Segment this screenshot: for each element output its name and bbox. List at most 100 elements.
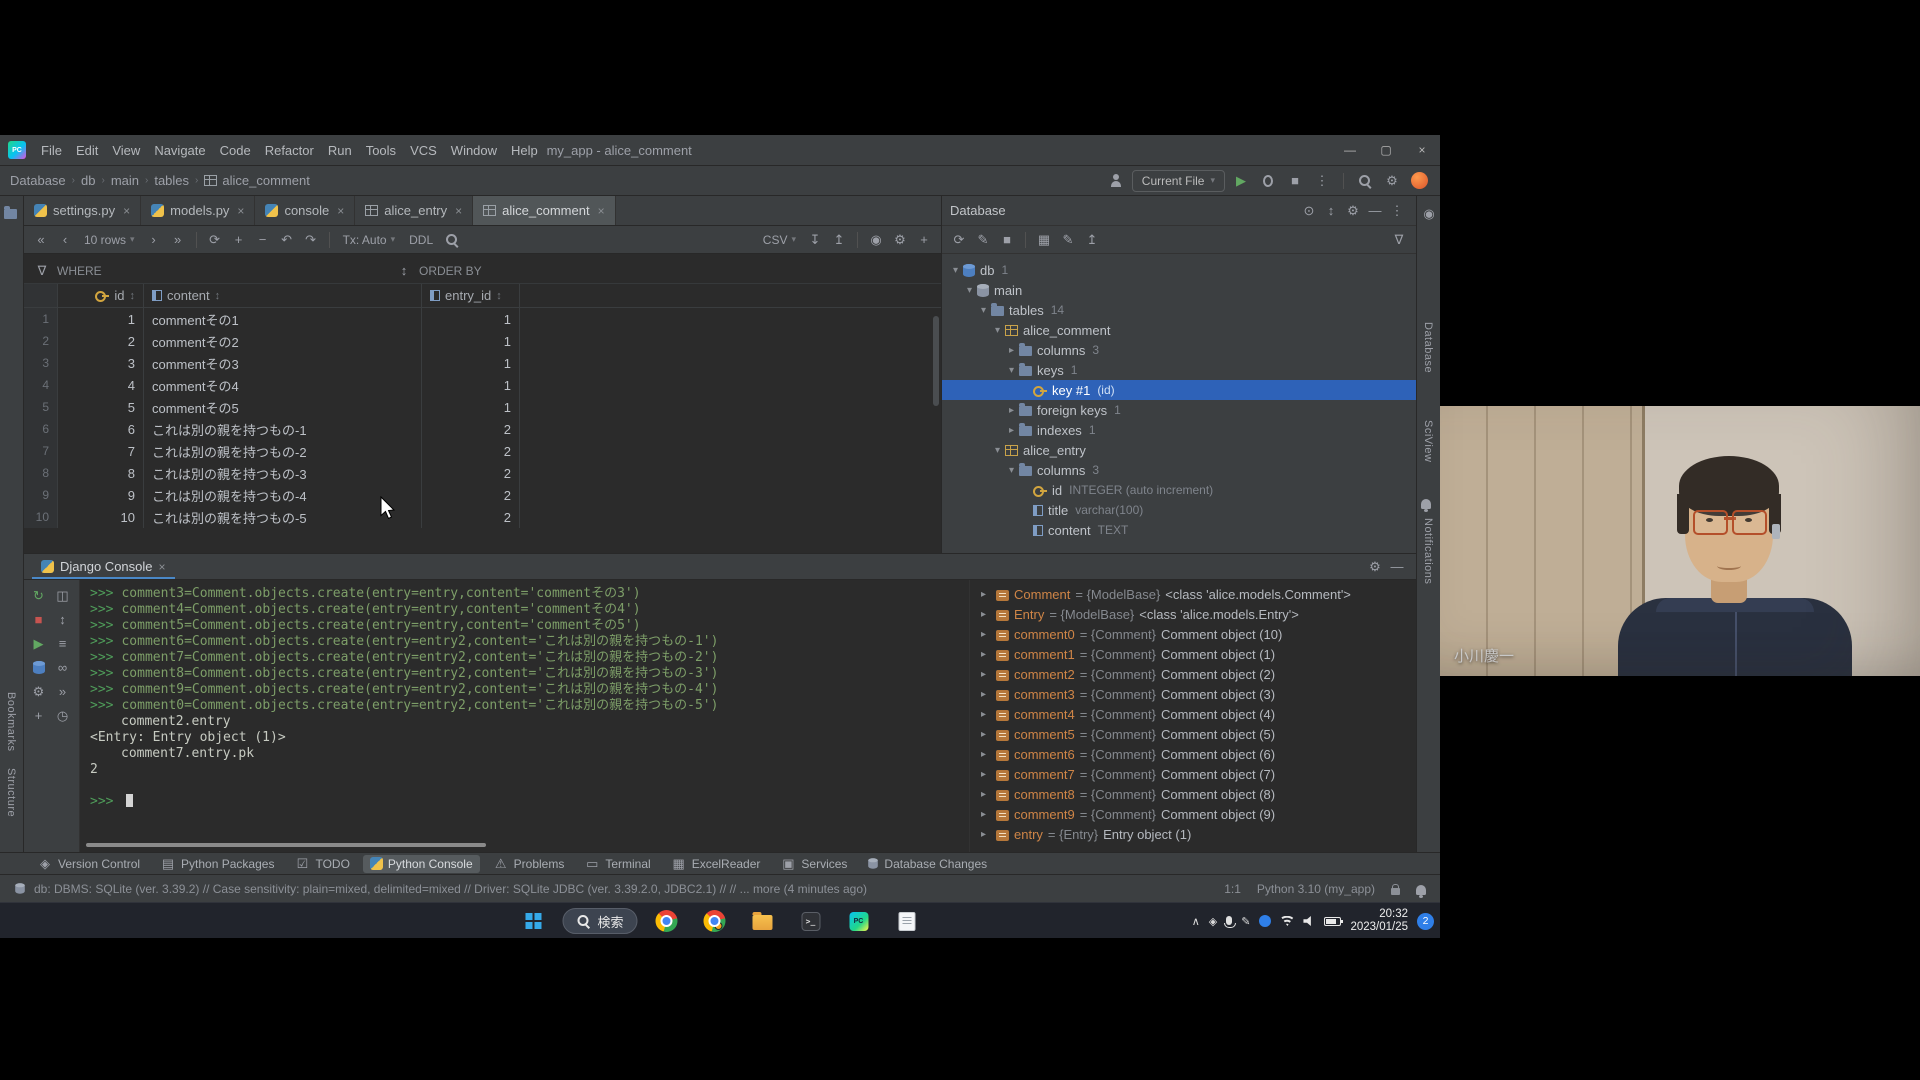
cell-id[interactable]: 5: [58, 396, 144, 418]
variable-expand-icon[interactable]: ▸: [976, 729, 991, 740]
sort-button[interactable]: ↕: [52, 608, 74, 630]
volume-icon[interactable]: [1303, 915, 1315, 927]
close-tab-icon[interactable]: ×: [455, 204, 462, 218]
tree-chevron-icon[interactable]: ▾: [1004, 365, 1019, 376]
tree-item-main[interactable]: ▾main: [942, 280, 1416, 300]
tab-console[interactable]: console×: [255, 196, 355, 225]
search-everywhere-button[interactable]: [1354, 170, 1376, 192]
variable-row-comment5[interactable]: ▸comment5= {Comment}Comment object (5): [976, 724, 1416, 744]
notification-badge[interactable]: 2: [1417, 913, 1434, 930]
notifications-bell-button[interactable]: [1421, 496, 1431, 511]
cell-id[interactable]: 9: [58, 484, 144, 506]
variable-expand-icon[interactable]: ▸: [976, 669, 991, 680]
plus-button[interactable]: +: [28, 704, 50, 726]
tree-item-tables[interactable]: ▾tables14: [942, 300, 1416, 320]
delete-row-button[interactable]: −: [252, 229, 274, 251]
cell-content[interactable]: commentその2: [144, 330, 422, 352]
close-tab-icon[interactable]: ×: [598, 204, 605, 218]
cell-entry-id[interactable]: 2: [422, 418, 520, 440]
menu-file[interactable]: File: [34, 139, 69, 162]
tree-item-title[interactable]: titlevarchar(100): [942, 500, 1416, 520]
tree-item-keys[interactable]: ▾keys1: [942, 360, 1416, 380]
interpreter-widget[interactable]: Python 3.10 (my_app): [1257, 882, 1375, 896]
tool-window-button-todo[interactable]: ☑TODO: [287, 855, 356, 873]
redo-button[interactable]: ↷: [300, 229, 322, 251]
cell-content[interactable]: これは別の親を持つもの-1: [144, 418, 422, 440]
mic-icon[interactable]: [1226, 916, 1232, 925]
breadcrumb-item-database[interactable]: Database: [10, 173, 66, 188]
cell-entry-id[interactable]: 1: [422, 374, 520, 396]
tool-window-button-version-control[interactable]: ◈Version Control: [30, 855, 147, 873]
table-row[interactable]: 1010これは別の親を持つもの-52: [24, 506, 941, 528]
tool-window-button-terminal[interactable]: ▭Terminal: [577, 855, 657, 873]
menu-edit[interactable]: Edit: [69, 139, 105, 162]
order-by-filter[interactable]: ↕ ORDER BY: [396, 264, 482, 278]
grid-csv-dropdown[interactable]: CSV▾: [757, 233, 802, 247]
dropbox-icon[interactable]: ◈: [1209, 915, 1217, 928]
nav-current-file-dropdown[interactable]: Current File▾: [1132, 170, 1225, 192]
rerun-button[interactable]: ↻: [28, 584, 50, 606]
find-button[interactable]: [441, 229, 463, 251]
tool-button-bookmarks[interactable]: Bookmarks: [5, 692, 17, 752]
cell-id[interactable]: 1: [58, 308, 144, 330]
console-horizontal-scrollbar[interactable]: [86, 843, 486, 847]
swap-button[interactable]: ↕: [1320, 200, 1342, 222]
tree-chevron-icon[interactable]: ▾: [962, 285, 977, 296]
tree-item-alice-entry[interactable]: ▾alice_entry: [942, 440, 1416, 460]
cell-entry-id[interactable]: 2: [422, 440, 520, 462]
lock-icon[interactable]: [1391, 888, 1400, 895]
taskbar-app-pycharm[interactable]: [840, 905, 878, 937]
more-button[interactable]: ⋮: [1311, 170, 1333, 192]
table-row[interactable]: 99これは別の親を持つもの-42: [24, 484, 941, 506]
taskbar-app-terminal[interactable]: [792, 905, 830, 937]
variable-expand-icon[interactable]: ▸: [976, 609, 991, 620]
cell-entry-id[interactable]: 1: [422, 308, 520, 330]
prev-page-button[interactable]: ‹: [54, 229, 76, 251]
cell-entry-id[interactable]: 2: [422, 462, 520, 484]
variable-expand-icon[interactable]: ▸: [976, 829, 991, 840]
upload-button[interactable]: ↥: [1081, 229, 1103, 251]
hide-button[interactable]: —: [1386, 556, 1408, 578]
filter-button[interactable]: ∇: [1388, 229, 1410, 251]
variable-row-comment2[interactable]: ▸comment2= {Comment}Comment object (2): [976, 664, 1416, 684]
breadcrumb-item-main[interactable]: main: [111, 173, 139, 188]
cell-entry-id[interactable]: 1: [422, 352, 520, 374]
taskbar-clock[interactable]: 20:32 2023/01/25: [1350, 908, 1408, 934]
debug-button[interactable]: [1257, 170, 1279, 192]
tree-item-content[interactable]: contentTEXT: [942, 520, 1416, 540]
variable-row-comment[interactable]: ▸Comment= {ModelBase}<class 'alice.model…: [976, 584, 1416, 604]
reload-button[interactable]: ⟳: [948, 229, 970, 251]
tree-chevron-icon[interactable]: ▸: [1004, 425, 1019, 436]
tree-item-db[interactable]: ▾db1: [942, 260, 1416, 280]
stop-button[interactable]: ■: [28, 608, 50, 630]
cell-content[interactable]: commentその4: [144, 374, 422, 396]
grid-scrollbar[interactable]: [933, 316, 939, 406]
variable-row-comment3[interactable]: ▸comment3= {Comment}Comment object (3): [976, 684, 1416, 704]
variable-row-comment8[interactable]: ▸comment8= {Comment}Comment object (8): [976, 784, 1416, 804]
more-button[interactable]: ⋮: [1386, 200, 1408, 222]
cell-entry-id[interactable]: 2: [422, 506, 520, 528]
menu-run[interactable]: Run: [321, 139, 359, 162]
split-button[interactable]: ◫: [52, 584, 74, 606]
tree-chevron-icon[interactable]: ▾: [990, 325, 1005, 336]
run-button[interactable]: ▶: [28, 632, 50, 654]
menu-window[interactable]: Window: [444, 139, 504, 162]
tab-alice-comment[interactable]: alice_comment×: [473, 196, 615, 225]
cell-content[interactable]: commentその5: [144, 396, 422, 418]
variable-expand-icon[interactable]: ▸: [976, 749, 991, 760]
tray-chevron-up-icon[interactable]: ∧: [1192, 915, 1200, 928]
breadcrumb-item-tables[interactable]: tables: [154, 173, 189, 188]
menu-help[interactable]: Help: [504, 139, 545, 162]
tool-button-structure[interactable]: Structure: [5, 768, 17, 817]
variable-row-entry[interactable]: ▸entry= {Entry}Entry object (1): [976, 824, 1416, 844]
settings-button[interactable]: ⚙: [28, 680, 50, 702]
variable-expand-icon[interactable]: ▸: [976, 589, 991, 600]
table-row[interactable]: 55commentその51: [24, 396, 941, 418]
close-tab-icon[interactable]: ×: [337, 204, 344, 218]
cell-id[interactable]: 3: [58, 352, 144, 374]
first-page-button[interactable]: «: [30, 229, 52, 251]
variable-row-entry[interactable]: ▸Entry= {ModelBase}<class 'alice.models.…: [976, 604, 1416, 624]
variable-row-comment1[interactable]: ▸comment1= {Comment}Comment object (1): [976, 644, 1416, 664]
tree-chevron-icon[interactable]: ▸: [1004, 405, 1019, 416]
column-header-id[interactable]: id↕: [58, 284, 144, 307]
